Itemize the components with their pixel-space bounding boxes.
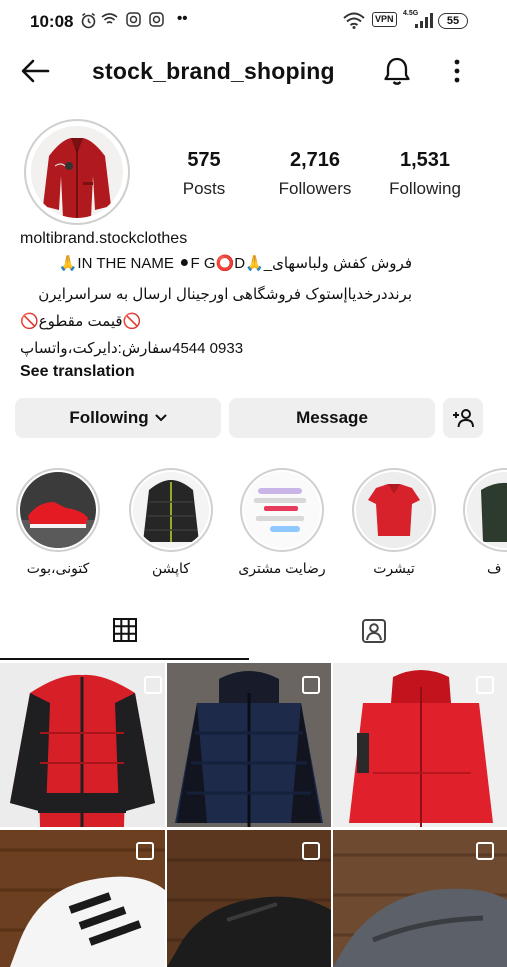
highlight-item[interactable] <box>16 468 100 552</box>
bio-line-3: 🚫قیمت مقطوع🚫 <box>20 313 142 330</box>
post-image-red-black-jacket <box>0 663 165 827</box>
avatar-jacket-image <box>31 126 123 218</box>
profile-name: moltibrand.stockclothes <box>20 230 188 247</box>
highlight-thumb-reviews <box>244 472 320 548</box>
highlight-ring <box>352 468 436 552</box>
post-thumbnail[interactable] <box>0 663 165 827</box>
highlight-item[interactable] <box>129 468 213 552</box>
alarm-icon <box>81 12 96 29</box>
wifi-icon <box>343 12 365 29</box>
status-bar: 10:08 •• VPN 4.5G 55 <box>0 0 507 42</box>
following-count[interactable]: 1,531 <box>365 149 485 172</box>
bell-icon[interactable] <box>383 56 411 86</box>
bio-line-1: فروش کفش ولباسهای_🙏IN THE NAME ⚫F G⭕D🙏 <box>58 255 412 272</box>
message-button-label: Message <box>296 408 368 427</box>
highlight-thumb-partial <box>467 472 507 548</box>
highlight-ring <box>463 468 507 552</box>
following-label[interactable]: Following <box>365 179 485 199</box>
more-options-icon[interactable] <box>452 58 462 84</box>
instagram-notification-icon <box>149 12 164 27</box>
highlight-label[interactable]: ف <box>487 560 507 577</box>
following-button[interactable]: Following <box>15 398 221 438</box>
highlight-label[interactable]: رضایت مشتری <box>227 560 337 577</box>
signal-icon <box>415 13 433 28</box>
more-notifications-dots: •• <box>177 10 188 27</box>
back-arrow-icon[interactable] <box>20 58 50 84</box>
status-time: 10:08 <box>30 12 74 31</box>
highlight-thumb-tshirt <box>356 472 432 548</box>
add-person-icon <box>453 409 474 428</box>
bio-line-4: 0933 4544سفارش:دایرکت،واتساپ <box>20 340 244 357</box>
profile-username: stock_brand_shoping <box>92 58 335 84</box>
grid-icon[interactable] <box>112 617 138 643</box>
tagged-icon[interactable] <box>360 617 388 645</box>
instagram-notification-icon <box>126 12 141 27</box>
wifi-small-icon <box>101 13 118 24</box>
multiple-posts-icon <box>476 842 494 860</box>
followers-label[interactable]: Followers <box>255 179 375 199</box>
highlight-label[interactable]: تیشرت <box>339 560 449 577</box>
multiple-posts-icon <box>302 842 320 860</box>
highlight-label[interactable]: کاپشن <box>116 560 226 577</box>
see-translation-link[interactable]: See translation <box>20 363 135 381</box>
profile-avatar[interactable] <box>31 126 123 218</box>
posts-label[interactable]: Posts <box>144 179 264 199</box>
multiple-posts-icon <box>476 676 494 694</box>
highlight-thumb-jacket <box>133 472 209 548</box>
bio-line-2: برنددرخدیاإستوک فروشگاهی اورجینال ارسال … <box>38 286 412 303</box>
highlight-ring <box>240 468 324 552</box>
highlight-label[interactable]: کتونی،بوت <box>3 560 113 577</box>
vpn-badge: VPN <box>372 12 397 27</box>
chevron-down-icon <box>155 414 167 422</box>
message-button[interactable]: Message <box>229 398 435 438</box>
battery-indicator: 55 <box>438 13 468 29</box>
highlight-ring <box>16 468 100 552</box>
multiple-posts-icon <box>302 676 320 694</box>
following-button-label: Following <box>69 408 149 427</box>
highlight-item[interactable] <box>240 468 324 552</box>
highlight-thumb-shoes <box>20 472 96 548</box>
highlight-item[interactable] <box>352 468 436 552</box>
highlight-ring <box>129 468 213 552</box>
posts-count[interactable]: 575 <box>144 149 264 172</box>
suggested-users-button[interactable] <box>443 398 483 438</box>
multiple-posts-icon <box>136 842 154 860</box>
highlight-item[interactable] <box>463 468 507 558</box>
active-tab-indicator <box>0 658 249 660</box>
multiple-posts-icon <box>144 676 162 694</box>
followers-count[interactable]: 2,716 <box>255 149 375 172</box>
